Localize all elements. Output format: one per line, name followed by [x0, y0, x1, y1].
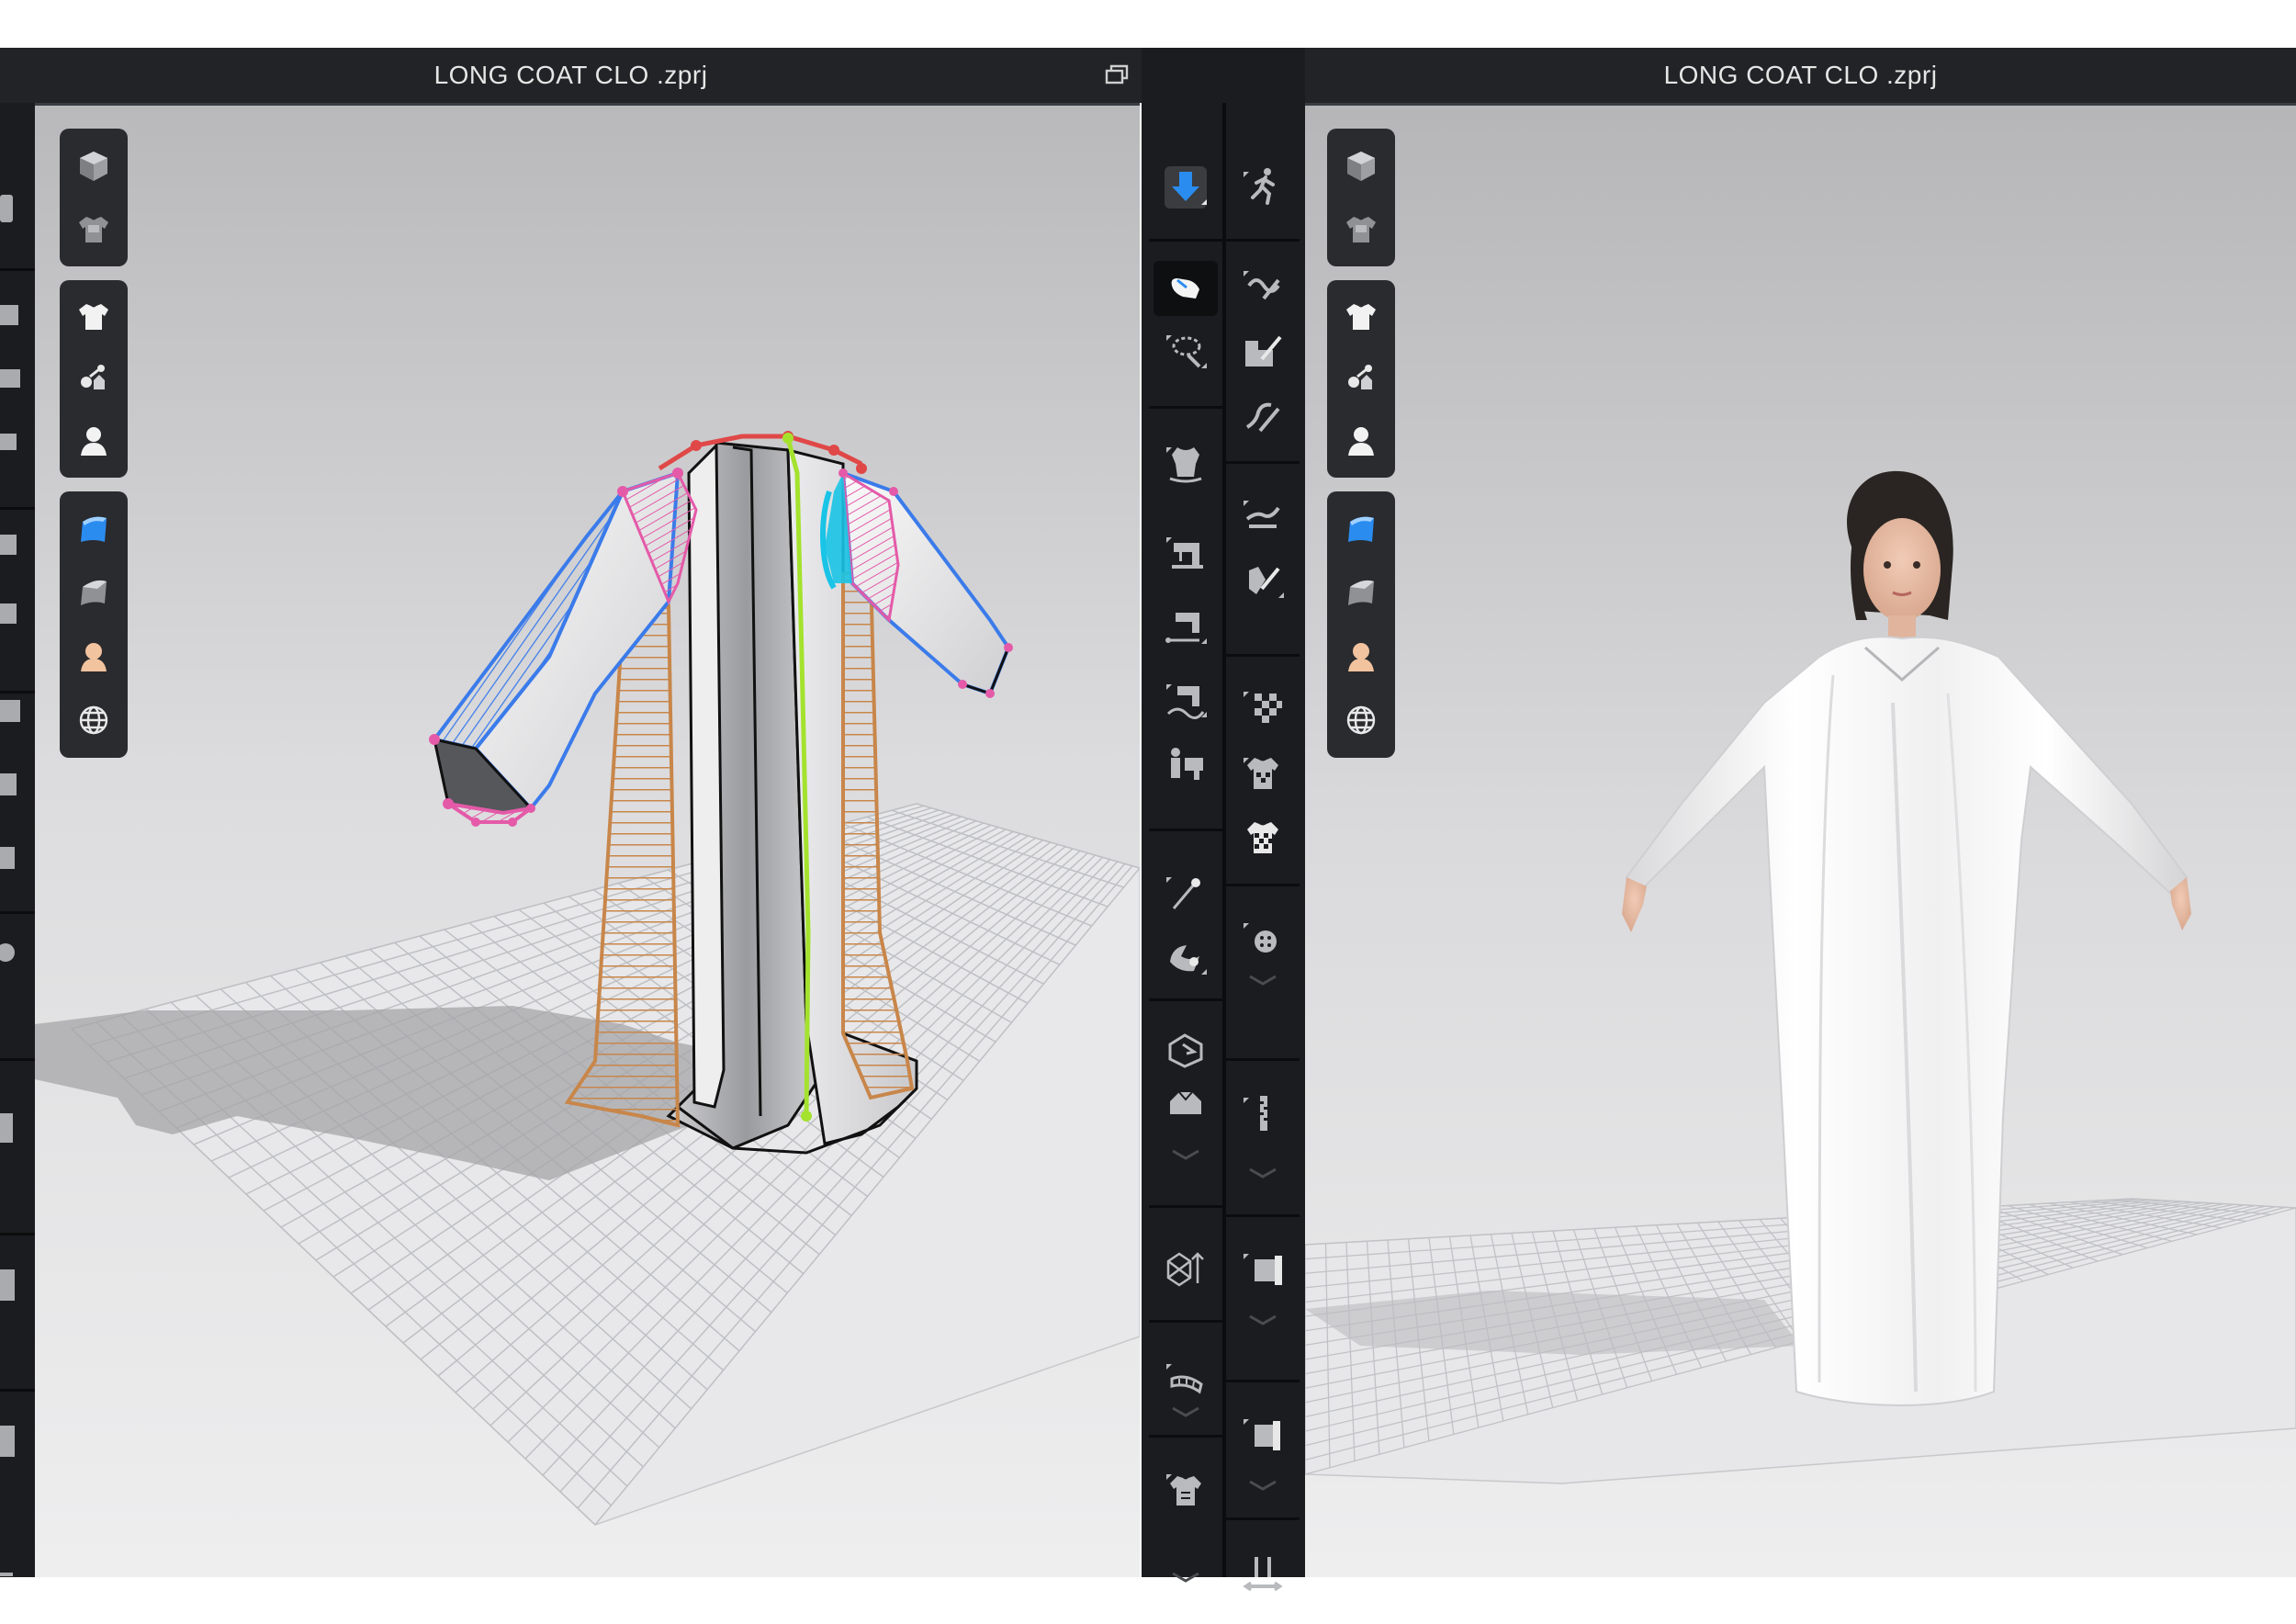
lasso-select-icon[interactable] [1154, 323, 1218, 378]
button-icon[interactable] [1231, 911, 1295, 966]
show-avatar-icon[interactable] [68, 415, 119, 467]
select-move-hand-icon[interactable] [1154, 261, 1218, 316]
clo3d-app: LONG COAT CLO .zprj LONG COAT CLO .zprj [0, 0, 2296, 1624]
toolbar-separator [1149, 1205, 1222, 1208]
edit-curve-icon[interactable] [1231, 259, 1295, 314]
right-viewport-display-toolbar-group-2 [1327, 280, 1395, 478]
left-3d-viewport[interactable] [35, 103, 1140, 1577]
toolbar-separator [1149, 1435, 1222, 1438]
skin-tone-icon[interactable] [68, 631, 119, 682]
checker-board-icon[interactable] [1231, 680, 1295, 735]
toolbar-separator [1226, 239, 1300, 242]
toolbar-separator [1226, 654, 1300, 657]
garment-fit-icon[interactable] [1154, 435, 1218, 491]
edit-pattern-icon[interactable] [1231, 323, 1295, 378]
left-window-title: LONG COAT CLO .zprj [433, 61, 708, 89]
display-avatar-cube-icon[interactable] [68, 141, 119, 192]
right-viewport-display-toolbar-group-1 [1327, 129, 1395, 266]
right-window-title: LONG COAT CLO .zprj [1663, 61, 1938, 89]
toolbar-separator [1149, 239, 1222, 242]
skin-tone-icon[interactable] [1335, 631, 1387, 682]
left-3d-window: LONG COAT CLO .zprj [0, 48, 1142, 1577]
toolbar-separator [1149, 406, 1222, 409]
chevron-down-icon[interactable] [1154, 1141, 1218, 1168]
left-viewport-display-toolbar-group-2 [60, 280, 128, 478]
avatar-measure-icon[interactable] [1154, 737, 1218, 792]
left-viewport-display-toolbar-group-3 [60, 491, 128, 758]
elastic-icon[interactable] [1231, 1545, 1295, 1600]
sewing-free-icon[interactable] [1154, 672, 1218, 727]
chevron-down-icon[interactable] [1154, 1563, 1218, 1591]
chevron-down-icon[interactable] [1231, 1306, 1295, 1334]
render-surface-icon[interactable] [1335, 567, 1387, 618]
chevron-down-icon[interactable] [1231, 1472, 1295, 1499]
sewing-segment-icon[interactable] [1154, 599, 1218, 654]
globe-environment-icon[interactable] [1335, 694, 1387, 746]
middle-toolbar-right-column [1226, 103, 1300, 1592]
pattern-3d-icon[interactable] [1154, 1242, 1218, 1297]
texture-surface-icon[interactable] [68, 503, 119, 555]
globe-environment-icon[interactable] [68, 694, 119, 746]
left-viewport-display-toolbar-group-1 [60, 129, 128, 266]
right-3d-window: LONG COAT CLO .zprj [1305, 48, 2296, 1577]
middle-tool-strip [1142, 48, 1305, 1592]
right-viewport-display-toolbar-group-3 [1327, 491, 1395, 758]
pin-icon[interactable] [1154, 865, 1218, 920]
show-trims-icon[interactable] [1335, 353, 1387, 404]
toolbar-separator [1226, 1214, 1300, 1217]
display-garment-icon[interactable] [68, 204, 119, 255]
garment-flat-icon[interactable] [1154, 1077, 1218, 1132]
render-surface-icon[interactable] [68, 567, 119, 618]
toolbar-separator [1226, 461, 1300, 464]
zipper-icon[interactable] [1231, 1086, 1295, 1141]
restore-window-icon[interactable] [1103, 62, 1131, 88]
texture-garment-icon[interactable] [1231, 746, 1295, 801]
export-pattern-icon[interactable] [1154, 1021, 1218, 1077]
right-3d-viewport[interactable] [1305, 103, 2296, 1577]
show-garment-icon[interactable] [1335, 291, 1387, 343]
fold-line-icon[interactable] [1231, 489, 1295, 544]
chevron-down-icon[interactable] [1154, 1398, 1218, 1426]
toolbar-separator [1226, 1058, 1300, 1061]
toolbar-separator [1149, 998, 1222, 1001]
cut-seam-icon[interactable] [1231, 389, 1295, 445]
left-window-titlebar: LONG COAT CLO .zprj [0, 48, 1142, 103]
toolbar-separator [1226, 1380, 1300, 1382]
puckering-icon[interactable] [1231, 1242, 1295, 1297]
show-garment-icon[interactable] [68, 291, 119, 343]
trace-line-icon[interactable] [1231, 553, 1295, 608]
right-window-titlebar: LONG COAT CLO .zprj [1305, 48, 2296, 103]
chevron-down-icon[interactable] [1231, 966, 1295, 994]
left-edge-toolbar [0, 103, 35, 1577]
roll-up-icon[interactable] [1231, 1407, 1295, 1462]
texture-surface-icon[interactable] [1335, 503, 1387, 555]
chevron-down-icon[interactable] [1231, 1159, 1295, 1187]
fold-arrange-icon[interactable] [1154, 930, 1218, 985]
walk-pose-icon[interactable] [1231, 160, 1295, 215]
toolbar-separator [1149, 829, 1222, 831]
display-garment-icon[interactable] [1335, 204, 1387, 255]
display-avatar-cube-icon[interactable] [1335, 141, 1387, 192]
toolbar-separator [1149, 1320, 1222, 1323]
simulation-arrow-icon[interactable] [1154, 160, 1218, 215]
middle-toolbar-left-column [1149, 103, 1222, 1583]
show-avatar-icon[interactable] [1335, 415, 1387, 467]
toolbar-separator [1226, 884, 1300, 886]
checker-shirt-icon[interactable] [1231, 810, 1295, 865]
show-trims-icon[interactable] [68, 353, 119, 404]
sewing-machine-icon[interactable] [1154, 525, 1218, 581]
toolbar-separator [1226, 1517, 1300, 1520]
shirt-size-icon[interactable] [1154, 1462, 1218, 1517]
